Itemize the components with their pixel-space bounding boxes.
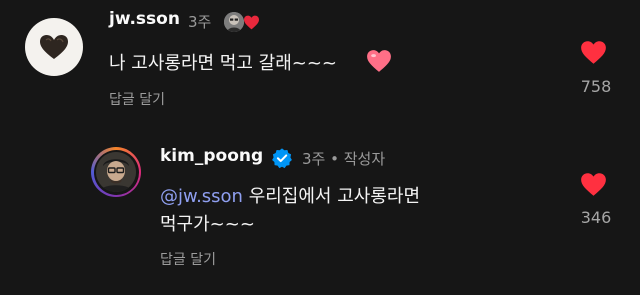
comment-text-line-2: 먹구가~~~ (160, 214, 255, 235)
mini-avatar-icon (224, 12, 244, 32)
comment-meta: 3주 • 작성자 (302, 150, 386, 168)
pink-heart-emoji-icon (367, 50, 391, 72)
comment-thread: jw.sson 3주 나 고사롱라면 먹고 갈래~~~ 답글 달기 758 ki… (0, 0, 640, 295)
reply-button[interactable]: 답글 달기 (109, 89, 165, 109)
comment-username[interactable]: kim_poong (160, 146, 263, 166)
reply-button[interactable]: 답글 달기 (160, 249, 216, 269)
avatar[interactable] (25, 18, 83, 76)
like-heart-icon[interactable] (580, 40, 607, 65)
comment-text: 나 고사롱라면 먹고 갈래~~~ (109, 53, 338, 74)
comment-text: 우리집에서 고사롱라면 (242, 186, 421, 207)
verified-badge-icon (272, 148, 292, 169)
mention-link[interactable]: @jw.sson (160, 186, 243, 207)
comment-username[interactable]: jw.sson (109, 9, 180, 29)
comment-text-line-1: @jw.sson 우리집에서 고사롱라면 (160, 182, 420, 208)
comment-timestamp: 3주 (188, 13, 212, 31)
like-count: 758 (580, 77, 612, 96)
like-heart-icon[interactable] (580, 172, 607, 197)
red-heart-icon (244, 15, 259, 30)
avatar[interactable] (91, 147, 141, 197)
like-count: 346 (580, 208, 612, 227)
avatar-ring-gap (93, 149, 139, 195)
profile-photo-icon (96, 152, 136, 192)
heart-shaped-object-icon (40, 35, 68, 59)
